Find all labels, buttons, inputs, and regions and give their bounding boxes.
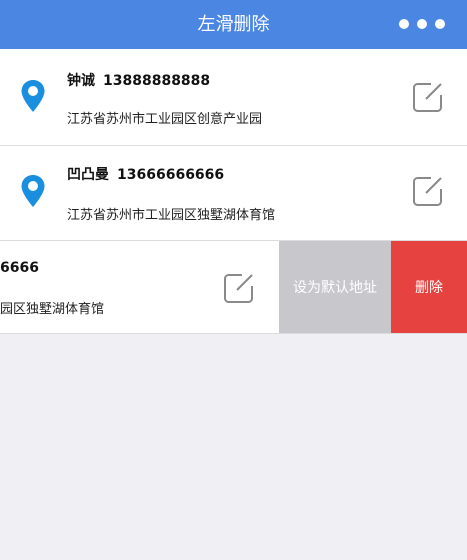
edit-icon[interactable]	[411, 174, 445, 208]
set-default-button[interactable]: 设为默认地址	[279, 241, 391, 333]
contact-phone: 13888888888	[103, 73, 211, 89]
more-dots-icon	[399, 19, 409, 29]
contact-line: 钟诚 13888888888	[67, 70, 210, 90]
contact-name: 6666	[0, 260, 39, 276]
more-dot	[417, 19, 427, 29]
address-item-swiped[interactable]: 6666 园区独墅湖体育馆 设为默认地址 删除	[0, 241, 467, 334]
delete-button[interactable]: 删除	[391, 241, 467, 333]
more-options-button[interactable]	[399, 17, 445, 31]
edit-icon[interactable]	[222, 271, 256, 305]
address-text: 江苏省苏州市工业园区创意产业园	[67, 112, 263, 127]
contact-name: 凹凸曼	[67, 167, 109, 183]
address-item[interactable]: 凹凸曼 13666666666 江苏省苏州市工业园区独墅湖体育馆	[0, 146, 467, 241]
contact-name: 钟诚	[67, 73, 95, 89]
contact-line: 凹凸曼 13666666666	[67, 164, 224, 184]
location-pin-icon	[21, 80, 45, 112]
edit-icon[interactable]	[411, 80, 445, 114]
nav-bar: 左滑删除	[0, 0, 467, 49]
contact-phone: 13666666666	[117, 167, 225, 183]
location-pin-icon	[21, 175, 45, 207]
more-dot	[435, 19, 445, 29]
address-text: 江苏省苏州市工业园区独墅湖体育馆	[67, 208, 276, 223]
page-title: 左滑删除	[197, 14, 270, 35]
swiped-content[interactable]: 6666 园区独墅湖体育馆	[0, 241, 279, 333]
address-text: 园区独墅湖体育馆	[0, 302, 105, 317]
contact-line: 6666	[0, 260, 39, 276]
address-item[interactable]: 钟诚 13888888888 江苏省苏州市工业园区创意产业园	[0, 49, 467, 146]
